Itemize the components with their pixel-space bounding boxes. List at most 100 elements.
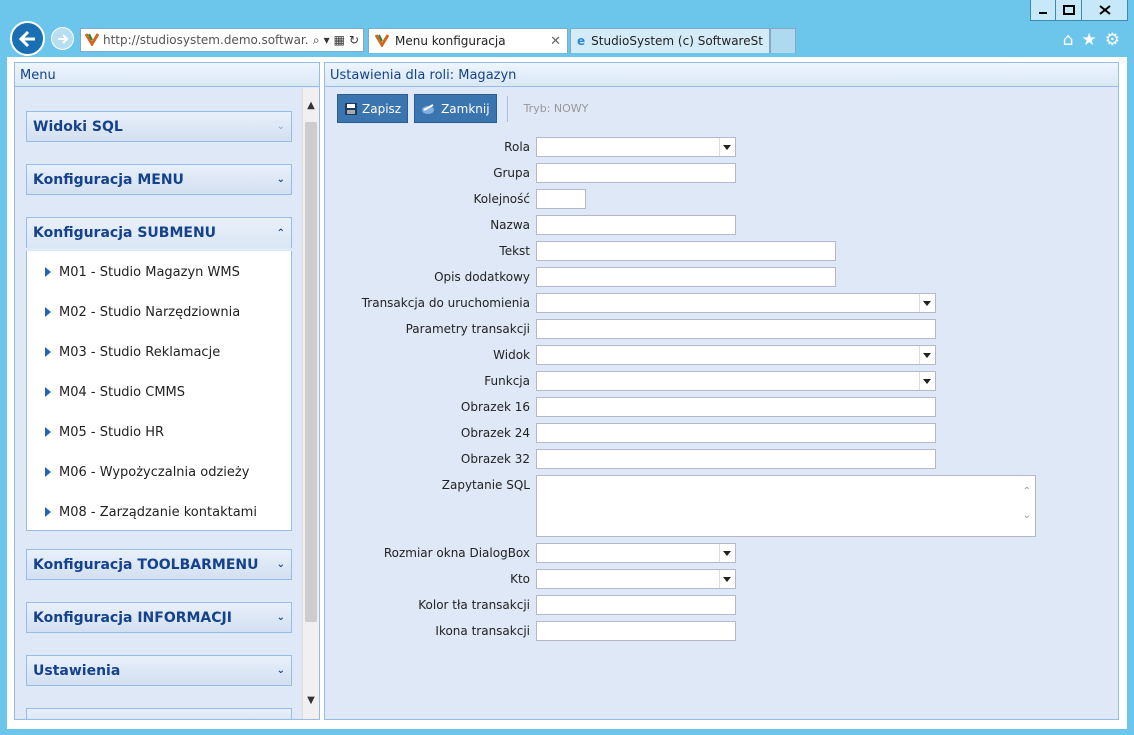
field-text[interactable]: [536, 267, 836, 287]
field-text[interactable]: [536, 423, 936, 443]
close-button[interactable]: Zamknij: [414, 94, 497, 123]
favorites-star-icon[interactable]: ★: [1082, 30, 1097, 50]
field-label: Transakcja do uruchomienia: [361, 296, 530, 310]
dropdown-arrow-icon[interactable]: [923, 353, 931, 358]
scroll-down-icon[interactable]: ▼: [305, 695, 317, 707]
tab-studiosystem[interactable]: e StudioSystem (c) SoftwareStud...: [570, 28, 770, 53]
section-konfiguracja-menu[interactable]: Konfiguracja MENU ⌄: [26, 164, 292, 195]
field-text[interactable]: [536, 449, 936, 469]
dropdown-arrow-icon[interactable]: [723, 551, 731, 556]
page-content: Menu Widoki SQL ⌄ Konfiguracja MENU ⌄ Ko…: [7, 57, 1127, 729]
list-item-label: M03 - Studio Reklamacje: [59, 344, 221, 360]
exit-icon: [422, 103, 435, 114]
dropdown-arrow-icon[interactable]: [923, 379, 931, 384]
section-konfiguracja-submenu[interactable]: Konfiguracja SUBMENU ⌃: [26, 217, 292, 248]
field-text[interactable]: [536, 189, 586, 209]
field-label: Zapytanie SQL: [441, 478, 530, 492]
search-icon[interactable]: ⌕: [313, 33, 320, 48]
triangle-right-icon: [45, 347, 51, 357]
field-combo[interactable]: [536, 569, 736, 589]
maximize-icon[interactable]: [1056, 0, 1082, 21]
triangle-right-icon: [45, 467, 51, 477]
form-toolbar: Zapisz Zamknij Tryb: NOWY: [337, 94, 588, 123]
chevron-down-icon: ⌄: [276, 665, 285, 676]
field-label: Parametry transakcji: [405, 322, 530, 336]
field-label: Obrazek 24: [460, 426, 530, 440]
dropdown-arrow-icon[interactable]: [723, 577, 731, 582]
field-combo[interactable]: [536, 293, 936, 313]
menu-title: Menu: [15, 63, 319, 87]
list-item-label: M05 - Studio HR: [59, 424, 165, 440]
section-konfiguracja-toolbarmenu[interactable]: Konfiguracja TOOLBARMENU ⌄: [26, 549, 292, 580]
submenu-list: M01 - Studio Magazyn WMS M02 - Studio Na…: [26, 251, 292, 531]
close-icon[interactable]: [1082, 0, 1128, 21]
back-button[interactable]: [10, 21, 45, 56]
field-text[interactable]: [536, 319, 936, 339]
section-ustawienia[interactable]: Ustawienia ⌄: [26, 655, 292, 686]
field-label: Opis dodatkowy: [434, 270, 530, 284]
compat-view-icon[interactable]: ▦: [334, 33, 345, 47]
form-row: Grupa: [325, 163, 1118, 183]
scroll-up-icon[interactable]: ▲: [305, 100, 317, 112]
form-row: Transakcja do uruchomienia: [325, 293, 1118, 313]
form-row: Kto: [325, 569, 1118, 589]
save-button[interactable]: Zapisz: [337, 94, 409, 123]
tab-close-icon[interactable]: ✕: [550, 34, 561, 49]
field-text[interactable]: [536, 215, 736, 235]
scroll-up-icon[interactable]: ⌃: [1023, 486, 1031, 497]
field-label: Rola: [504, 140, 530, 154]
list-item[interactable]: M03 - Studio Reklamacje: [27, 332, 291, 372]
minimize-icon[interactable]: [1030, 0, 1056, 21]
list-item-label: M01 - Studio Magazyn WMS: [59, 264, 240, 280]
refresh-icon[interactable]: ↻: [349, 33, 359, 47]
form-row: Rozmiar okna DialogBox: [325, 543, 1118, 563]
field-textarea[interactable]: ⌃ ⌄: [536, 475, 1036, 537]
list-item[interactable]: M02 - Studio Narzędziownia: [27, 292, 291, 332]
home-icon[interactable]: ⌂: [1063, 30, 1074, 50]
dropdown-arrow-icon[interactable]: [923, 301, 931, 306]
scroll-down-icon[interactable]: ⌄: [1023, 510, 1031, 521]
section-widoki-sql[interactable]: Widoki SQL ⌄: [26, 111, 292, 142]
save-label: Zapisz: [362, 101, 402, 116]
form-row: Parametry transakcji: [325, 319, 1118, 339]
dropdown-arrow-icon[interactable]: [723, 145, 731, 150]
chevron-down-icon: ⌄: [276, 121, 285, 132]
triangle-right-icon: [45, 507, 51, 517]
section-label: Konfiguracja TOOLBARMENU: [33, 556, 259, 573]
field-combo[interactable]: [536, 137, 736, 157]
address-bar[interactable]: http://studiosystem.demo.softwar... ⌕ ▾ …: [80, 28, 364, 52]
address-url[interactable]: http://studiosystem.demo.softwar...: [103, 33, 309, 47]
list-item[interactable]: M01 - Studio Magazyn WMS: [27, 252, 291, 292]
field-text[interactable]: [536, 595, 736, 615]
field-label: Tekst: [499, 244, 530, 258]
section-label: Konfiguracja MENU: [33, 171, 184, 188]
new-tab-button[interactable]: [770, 28, 796, 53]
section-konfiguracja-informacji[interactable]: Konfiguracja INFORMACJI ⌄: [26, 602, 292, 633]
list-item[interactable]: M04 - Studio CMMS: [27, 372, 291, 412]
field-text[interactable]: [536, 397, 936, 417]
list-item[interactable]: M05 - Studio HR: [27, 412, 291, 452]
dropdown-icon[interactable]: ▾: [324, 33, 330, 47]
chevron-up-icon: ⌃: [276, 227, 285, 239]
triangle-right-icon: [45, 427, 51, 437]
form-row: Tekst: [325, 241, 1118, 261]
field-label: Grupa: [493, 166, 530, 180]
field-text[interactable]: [536, 241, 836, 261]
field-combo[interactable]: [536, 543, 736, 563]
gear-icon[interactable]: ⚙: [1105, 30, 1120, 50]
field-label: Funkcja: [484, 374, 530, 388]
form-title: Ustawienia dla roli: Magazyn: [324, 62, 1119, 87]
form-row: Zapytanie SQL ⌃ ⌄: [325, 475, 1118, 537]
form-row: Funkcja: [325, 371, 1118, 391]
field-label: Obrazek 16: [460, 400, 530, 414]
form-row: Kolejność: [325, 189, 1118, 209]
field-text[interactable]: [536, 621, 736, 641]
list-item[interactable]: M06 - Wypożyczalnia odzieży: [27, 452, 291, 492]
field-text[interactable]: [536, 163, 736, 183]
list-item[interactable]: M08 - Zarządzanie kontaktami: [27, 492, 291, 532]
forward-button[interactable]: [51, 27, 74, 50]
section-label: Konfiguracja SUBMENU: [33, 225, 217, 241]
field-combo[interactable]: [536, 345, 936, 365]
tab-menu-konfiguracja[interactable]: Menu konfiguracja ✕: [368, 28, 568, 53]
field-combo[interactable]: [536, 371, 936, 391]
